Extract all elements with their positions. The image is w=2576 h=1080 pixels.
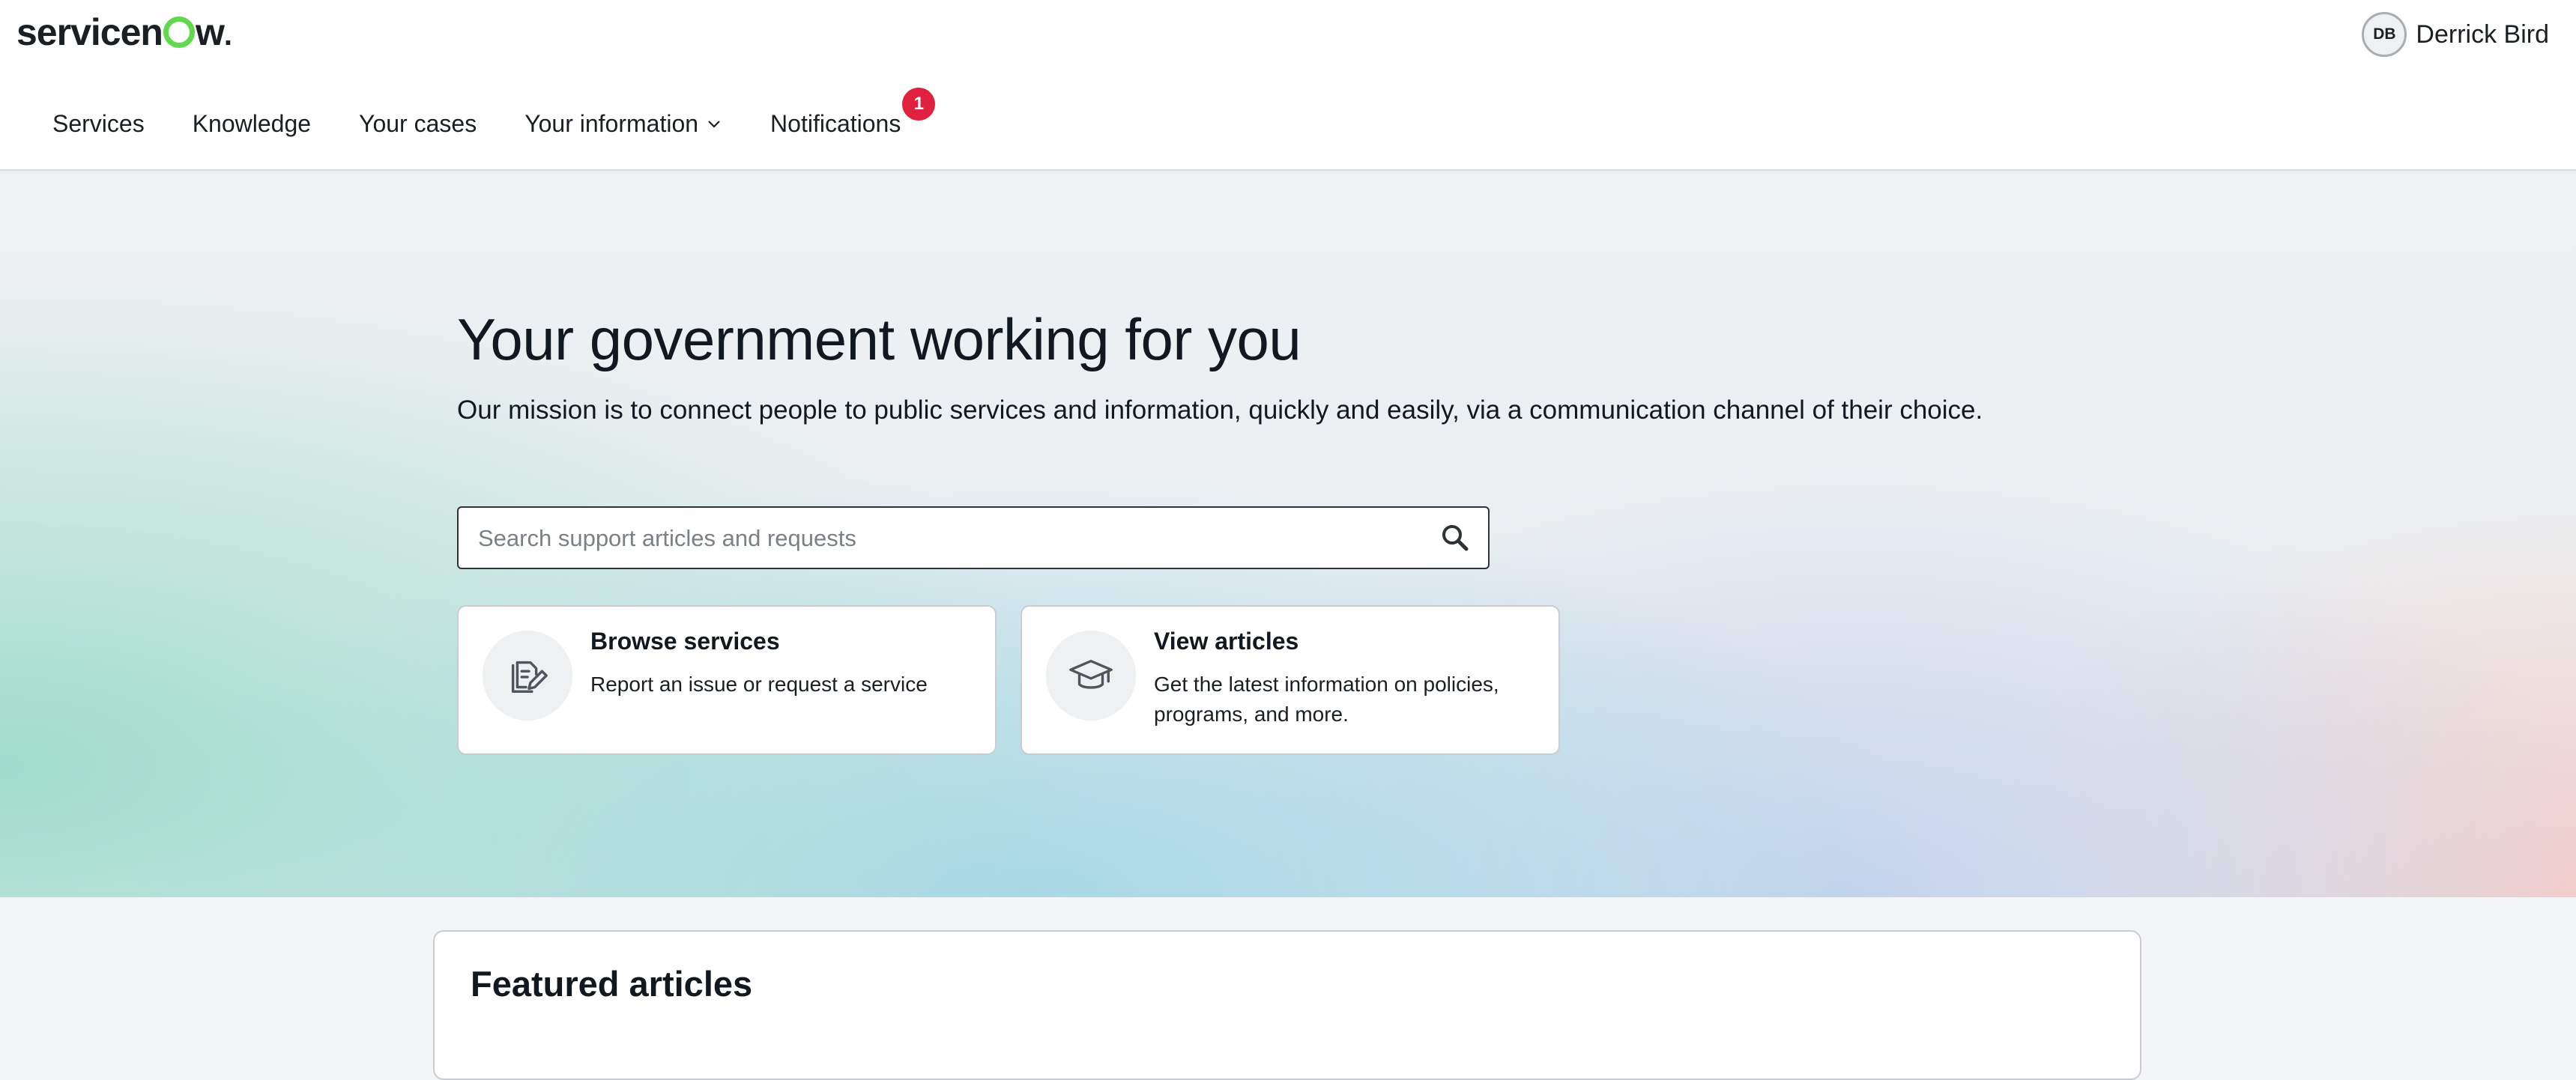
search-icon[interactable] xyxy=(1440,523,1470,553)
chevron-down-icon xyxy=(708,121,720,128)
card-title: Browse services xyxy=(590,628,780,655)
card-title: View articles xyxy=(1154,628,1299,655)
card-description: Get the latest information on policies, … xyxy=(1154,673,1499,726)
search-input[interactable] xyxy=(477,508,1409,569)
main-nav: Services Knowledge Your cases Your infor… xyxy=(52,87,949,142)
document-edit-icon xyxy=(483,631,572,720)
servicenow-logo[interactable]: servicen w. xyxy=(16,10,232,54)
user-menu[interactable]: DB Derrick Bird xyxy=(2362,10,2549,58)
logo-text: servicen xyxy=(16,11,163,53)
nav-your-cases[interactable]: Your cases xyxy=(359,110,477,138)
browse-services-card[interactable]: Browse services Report an issue or reque… xyxy=(457,605,997,755)
notification-count-badge: 1 xyxy=(902,87,936,121)
search-box xyxy=(457,506,1490,569)
logo-text-end: w xyxy=(195,11,225,53)
nav-services[interactable]: Services xyxy=(52,110,145,138)
nav-notifications[interactable]: Notifications 1 xyxy=(770,87,936,138)
card-description: Report an issue or request a service xyxy=(590,673,928,696)
logo-dot: . xyxy=(223,19,232,52)
logo-o-icon xyxy=(163,16,195,48)
graduation-cap-icon xyxy=(1046,631,1136,720)
featured-articles-title: Featured articles xyxy=(471,964,753,1004)
user-name[interactable]: Derrick Bird xyxy=(2416,20,2549,49)
hero-banner: Your government working for you Our miss… xyxy=(0,171,2576,897)
nav-your-information-label: Your information xyxy=(524,109,699,137)
nav-knowledge[interactable]: Knowledge xyxy=(193,110,311,138)
view-articles-card[interactable]: View articles Get the latest information… xyxy=(1021,605,1560,755)
hero-subtitle: Our mission is to connect people to publ… xyxy=(457,395,1983,425)
featured-articles-panel: Featured articles xyxy=(433,930,2141,1080)
avatar[interactable]: DB xyxy=(2362,12,2407,57)
nav-your-information[interactable]: Your information xyxy=(524,110,722,138)
hero-title: Your government working for you xyxy=(457,306,1301,372)
nav-notifications-label: Notifications xyxy=(770,109,901,137)
top-header: servicen w. DB Derrick Bird Services Know… xyxy=(0,0,2576,171)
